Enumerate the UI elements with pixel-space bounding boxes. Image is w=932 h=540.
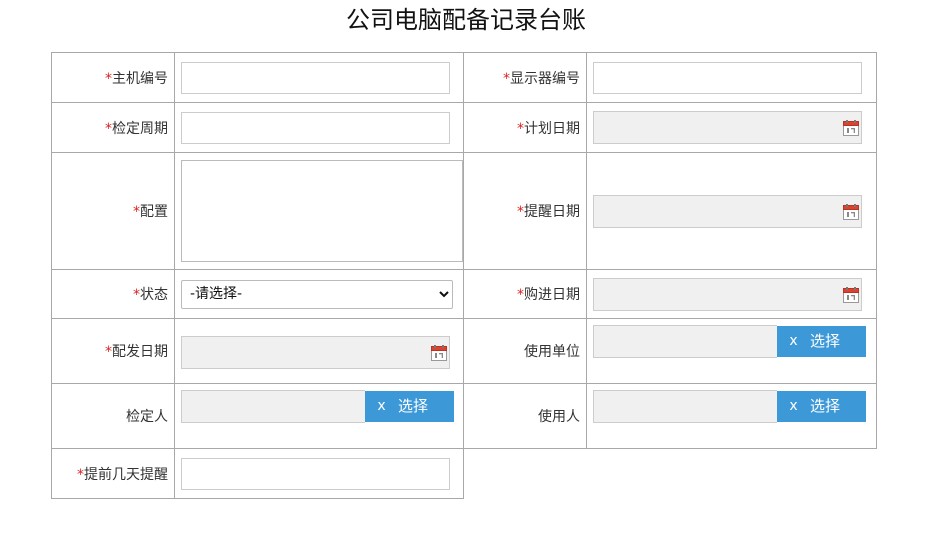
status-select[interactable]: -请选择-: [181, 279, 453, 309]
required-mark: *: [133, 287, 140, 303]
user-clear-button[interactable]: x: [777, 391, 810, 422]
calib-cycle-label-text: 检定周期: [112, 120, 168, 137]
required-mark: *: [517, 287, 524, 303]
inspector-buttons: x 选择: [365, 391, 454, 422]
required-mark: *: [133, 204, 140, 220]
plan-date-label-text: 计划日期: [524, 120, 580, 137]
purchase-date-label: *购进日期: [463, 269, 587, 319]
host-no-label-text: 主机编号: [112, 70, 168, 87]
use-unit-label-text: 使用单位: [524, 344, 580, 360]
remind-days-cell: [174, 448, 464, 499]
inspector-label-text: 检定人: [126, 409, 168, 425]
issue-date-cell: [174, 318, 464, 384]
host-no-input[interactable]: [181, 61, 450, 94]
calendar-icon[interactable]: [843, 120, 859, 136]
monitor-no-label-text: 显示器编号: [510, 70, 580, 87]
user-choose-button[interactable]: 选择: [810, 391, 866, 422]
use-unit-clear-button[interactable]: x: [777, 326, 810, 357]
remind-date-label: *提醒日期: [463, 152, 587, 270]
issue-date-label: *配发日期: [51, 318, 175, 384]
required-mark: *: [105, 70, 112, 87]
required-mark: *: [105, 120, 112, 137]
remind-date-label-text: 提醒日期: [524, 204, 580, 220]
page-title: 公司电脑配备记录台账: [346, 6, 586, 34]
user-label: 使用人: [463, 383, 587, 449]
use-unit-picker: x 选择: [593, 325, 870, 358]
form-row: *状态 -请选择- *购进日期: [51, 269, 877, 319]
inspector-choose-button[interactable]: 选择: [398, 391, 454, 422]
form-row: *配置 *提醒日期: [51, 152, 877, 270]
calendar-icon[interactable]: [843, 203, 859, 220]
user-picker: x 选择: [593, 390, 870, 423]
calendar-icon[interactable]: [843, 286, 859, 303]
status-label-text: 状态: [140, 287, 168, 303]
config-label-text: 配置: [140, 204, 168, 220]
form-row: *检定周期 *计划日期: [51, 102, 877, 153]
plan-date-cell: [586, 102, 877, 153]
user-buttons: x 选择: [777, 391, 866, 422]
use-unit-cell: x 选择: [586, 318, 877, 384]
empty-cell: [464, 449, 877, 499]
monitor-no-label: *显示器编号: [463, 52, 587, 103]
calib-cycle-label: *检定周期: [51, 102, 175, 153]
inspector-picker: x 选择: [181, 390, 457, 423]
plan-date-input[interactable]: [593, 111, 862, 144]
required-mark: *: [503, 70, 510, 87]
calib-cycle-cell: [174, 102, 464, 153]
host-no-cell: [174, 52, 464, 103]
remind-days-label-text: 提前几天提醒: [84, 466, 168, 483]
purchase-date-cell: [586, 269, 877, 319]
inspector-cell: x 选择: [174, 383, 464, 449]
required-mark: *: [517, 204, 524, 220]
purchase-date-label-text: 购进日期: [524, 287, 580, 303]
inspector-label: 检定人: [51, 383, 175, 449]
record-form: *主机编号 *显示器编号 *检定周期 *计划日期 *配置 *提醒日期 *状态 -…: [51, 52, 877, 499]
issue-date-label-text: 配发日期: [112, 344, 168, 360]
remind-date-cell: [586, 152, 877, 270]
use-unit-buttons: x 选择: [777, 326, 866, 357]
use-unit-label: 使用单位: [463, 318, 587, 384]
config-label: *配置: [51, 152, 175, 270]
form-row: *配发日期 使用单位 x 选择: [51, 318, 877, 384]
required-mark: *: [105, 344, 112, 360]
remind-days-label: *提前几天提醒: [51, 448, 175, 499]
remind-days-input[interactable]: [181, 457, 450, 490]
config-textarea[interactable]: [181, 160, 463, 262]
status-cell: -请选择-: [174, 269, 464, 319]
inspector-clear-button[interactable]: x: [365, 391, 398, 422]
plan-date-label: *计划日期: [463, 102, 587, 153]
form-row: 检定人 x 选择 使用人 x 选择: [51, 383, 877, 449]
issue-date-input[interactable]: [181, 335, 450, 369]
purchase-date-input[interactable]: [593, 277, 862, 311]
monitor-no-cell: [586, 52, 877, 103]
host-no-label: *主机编号: [51, 52, 175, 103]
calib-cycle-input[interactable]: [181, 111, 450, 144]
form-row: *提前几天提醒: [51, 448, 877, 499]
user-label-text: 使用人: [538, 409, 580, 425]
remind-date-input[interactable]: [593, 194, 862, 228]
config-cell: [174, 152, 464, 270]
use-unit-input[interactable]: [593, 325, 777, 358]
required-mark: *: [517, 120, 524, 137]
inspector-input[interactable]: [181, 390, 365, 423]
form-row: *主机编号 *显示器编号: [51, 52, 877, 103]
required-mark: *: [77, 466, 84, 483]
monitor-no-input[interactable]: [593, 61, 862, 94]
user-input[interactable]: [593, 390, 777, 423]
user-cell: x 选择: [586, 383, 877, 449]
calendar-icon[interactable]: [431, 344, 447, 361]
use-unit-choose-button[interactable]: 选择: [810, 326, 866, 357]
status-label: *状态: [51, 269, 175, 319]
